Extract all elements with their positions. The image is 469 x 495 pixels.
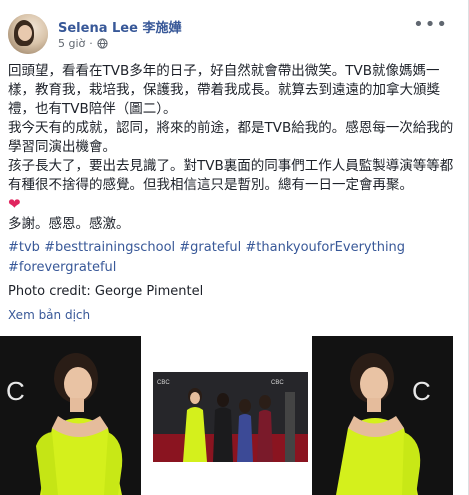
event-logo: CBC [157,380,170,386]
photo-3-image: C [312,336,453,495]
hashtag[interactable]: #tvb [8,240,40,255]
hashtag[interactable]: #forevergrateful [8,260,116,275]
translate-link[interactable]: Xem bản dịch [8,308,90,322]
red-heart-icon: ❤ [8,195,21,213]
paragraph-4: 多謝。感恩。感激。 [8,216,130,232]
hashtag[interactable]: #grateful [179,240,241,255]
post-text: 回頭望，看看在TVB多年的日子，好自然就會帶出微笑。TVB就像媽媽一樣，教育我，… [8,62,460,234]
post-photo-1[interactable]: C [0,336,141,495]
paragraph-2: 我今天有的成就，認同，將來的前途，都是TVB給我的。感恩每一次給我的學習同演出機… [8,120,454,155]
photo-1-image: C [0,336,141,495]
photo-credit: Photo credit: George Pimentel [8,284,204,299]
facebook-post: Selena Lee 李施嬅 5 giờ · ••• 回頭望，看看在TVB多年的… [0,0,469,495]
hashtag[interactable]: #thankyouforEverything [245,240,405,255]
hashtags: #tvb #besttrainingschool #grateful #than… [8,238,460,278]
backdrop-logo: C [412,376,431,406]
post-photo-2[interactable]: CBC CBC [153,336,308,495]
post-meta: 5 giờ · [58,37,108,50]
event-logo-right: CBC [271,380,284,386]
heart-line: ❤ [8,195,460,215]
globe-icon [97,38,108,49]
avatar[interactable] [8,14,48,54]
post-header: Selena Lee 李施嬅 5 giờ · ••• [8,8,448,60]
paragraph-1: 回頭望，看看在TVB多年的日子，好自然就會帶出微笑。TVB就像媽媽一樣，教育我，… [8,63,440,117]
author-name[interactable]: Selena Lee 李施嬅 [58,17,181,36]
more-options-icon[interactable]: ••• [413,14,448,35]
photo-2-image: CBC CBC [153,372,308,462]
hashtag[interactable]: #besttrainingschool [44,240,175,255]
post-time[interactable]: 5 giờ [58,37,85,50]
backdrop-logo: C [6,376,25,406]
paragraph-3: 孩子長大了，要出去見識了。對TVB裏面的同事們工作人員監製導演等等都有種很不捨得… [8,158,454,193]
post-photo-3[interactable]: C [312,336,453,495]
